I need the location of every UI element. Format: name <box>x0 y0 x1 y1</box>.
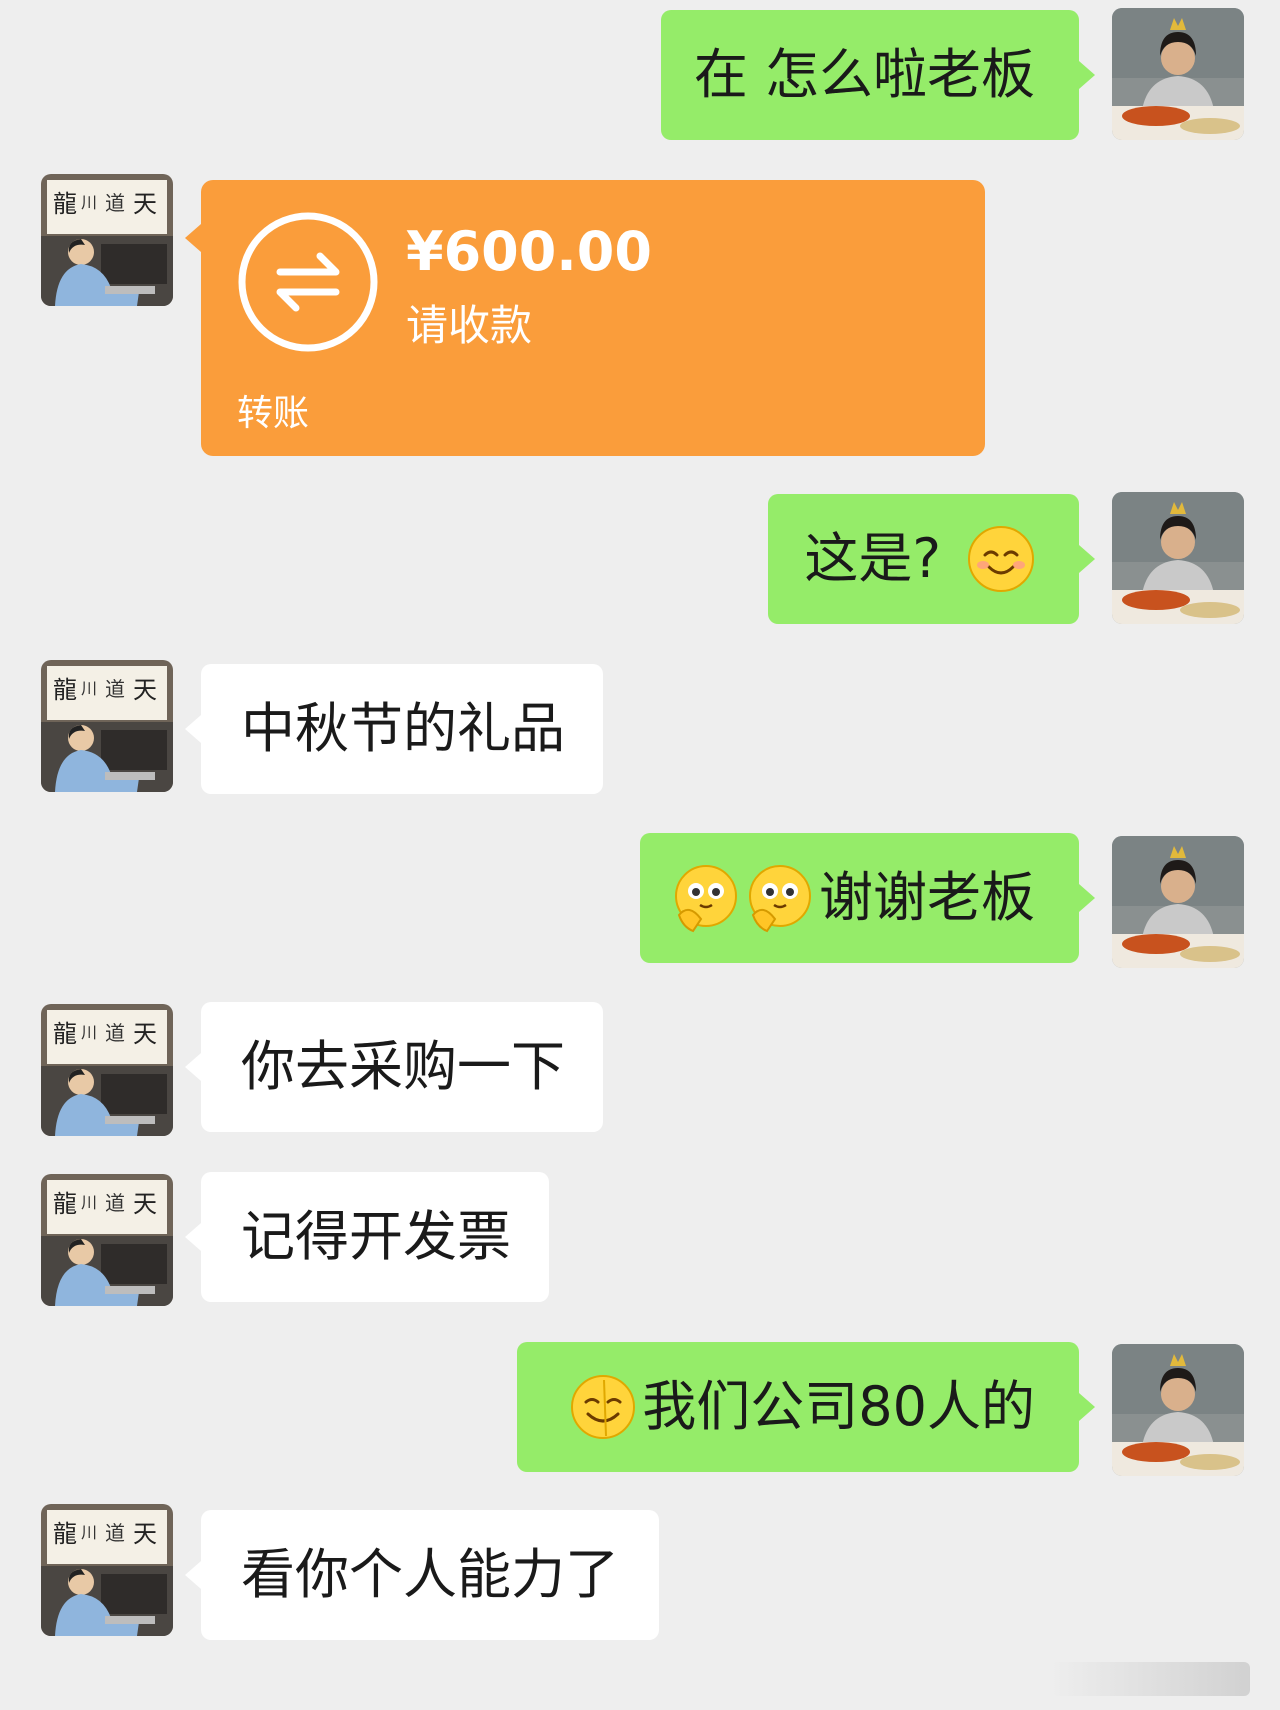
boss-avatar[interactable] <box>41 1174 173 1306</box>
boss-avatar[interactable] <box>41 1004 173 1136</box>
my-avatar[interactable] <box>1112 836 1244 968</box>
message-bubble-sent[interactable]: 谢谢老板 <box>640 833 1095 963</box>
message-bubble-received[interactable]: 中秋节的礼品 <box>185 664 603 794</box>
message-text: 这是? <box>804 527 941 590</box>
clasped-hands-emoji-icon <box>675 865 737 933</box>
my-avatar[interactable] <box>1112 1344 1244 1476</box>
boss-avatar[interactable] <box>41 660 173 792</box>
transfer-note: 请收款 <box>406 301 533 350</box>
message-bubble-sent[interactable]: 这是? <box>768 494 1095 624</box>
message-text: 你去采购一下 <box>241 1035 565 1098</box>
chat-area: 在 怎么啦老板 ¥600.00 请收款 转账 这是? 中秋节的礼品 谢谢老板 你… <box>0 0 1280 1710</box>
boss-avatar[interactable] <box>41 1504 173 1636</box>
boss-avatar[interactable] <box>41 174 173 306</box>
transfer-label: 转账 <box>237 393 310 434</box>
message-bubble-received[interactable]: 看你个人能力了 <box>185 1510 659 1640</box>
message-text: 中秋节的礼品 <box>241 697 565 760</box>
sweat-smile-emoji-icon <box>571 1375 636 1439</box>
message-text: 在 怎么啦老板 <box>693 43 1035 106</box>
watermark <box>1050 1662 1250 1696</box>
message-bubble-sent[interactable]: 我们公司80人的 <box>517 1342 1095 1472</box>
transfer-card[interactable]: ¥600.00 请收款 转账 <box>185 180 985 456</box>
message-bubble-received[interactable]: 你去采购一下 <box>185 1002 603 1132</box>
my-avatar[interactable] <box>1112 492 1244 624</box>
transfer-amount: ¥600.00 <box>406 220 652 283</box>
message-text: 看你个人能力了 <box>241 1543 619 1606</box>
message-bubble-sent[interactable]: 在 怎么啦老板 <box>661 10 1095 140</box>
message-text: 谢谢老板 <box>819 866 1035 929</box>
my-avatar[interactable] <box>1112 8 1244 140</box>
smiling-blush-emoji-icon <box>968 526 1034 592</box>
message-bubble-received[interactable]: 记得开发票 <box>185 1172 549 1302</box>
transfer-arrows-icon <box>238 212 378 352</box>
message-text: 我们公司80人的 <box>642 1375 1035 1438</box>
message-text: 记得开发票 <box>241 1205 511 1268</box>
clasped-hands-emoji-icon <box>749 865 811 933</box>
